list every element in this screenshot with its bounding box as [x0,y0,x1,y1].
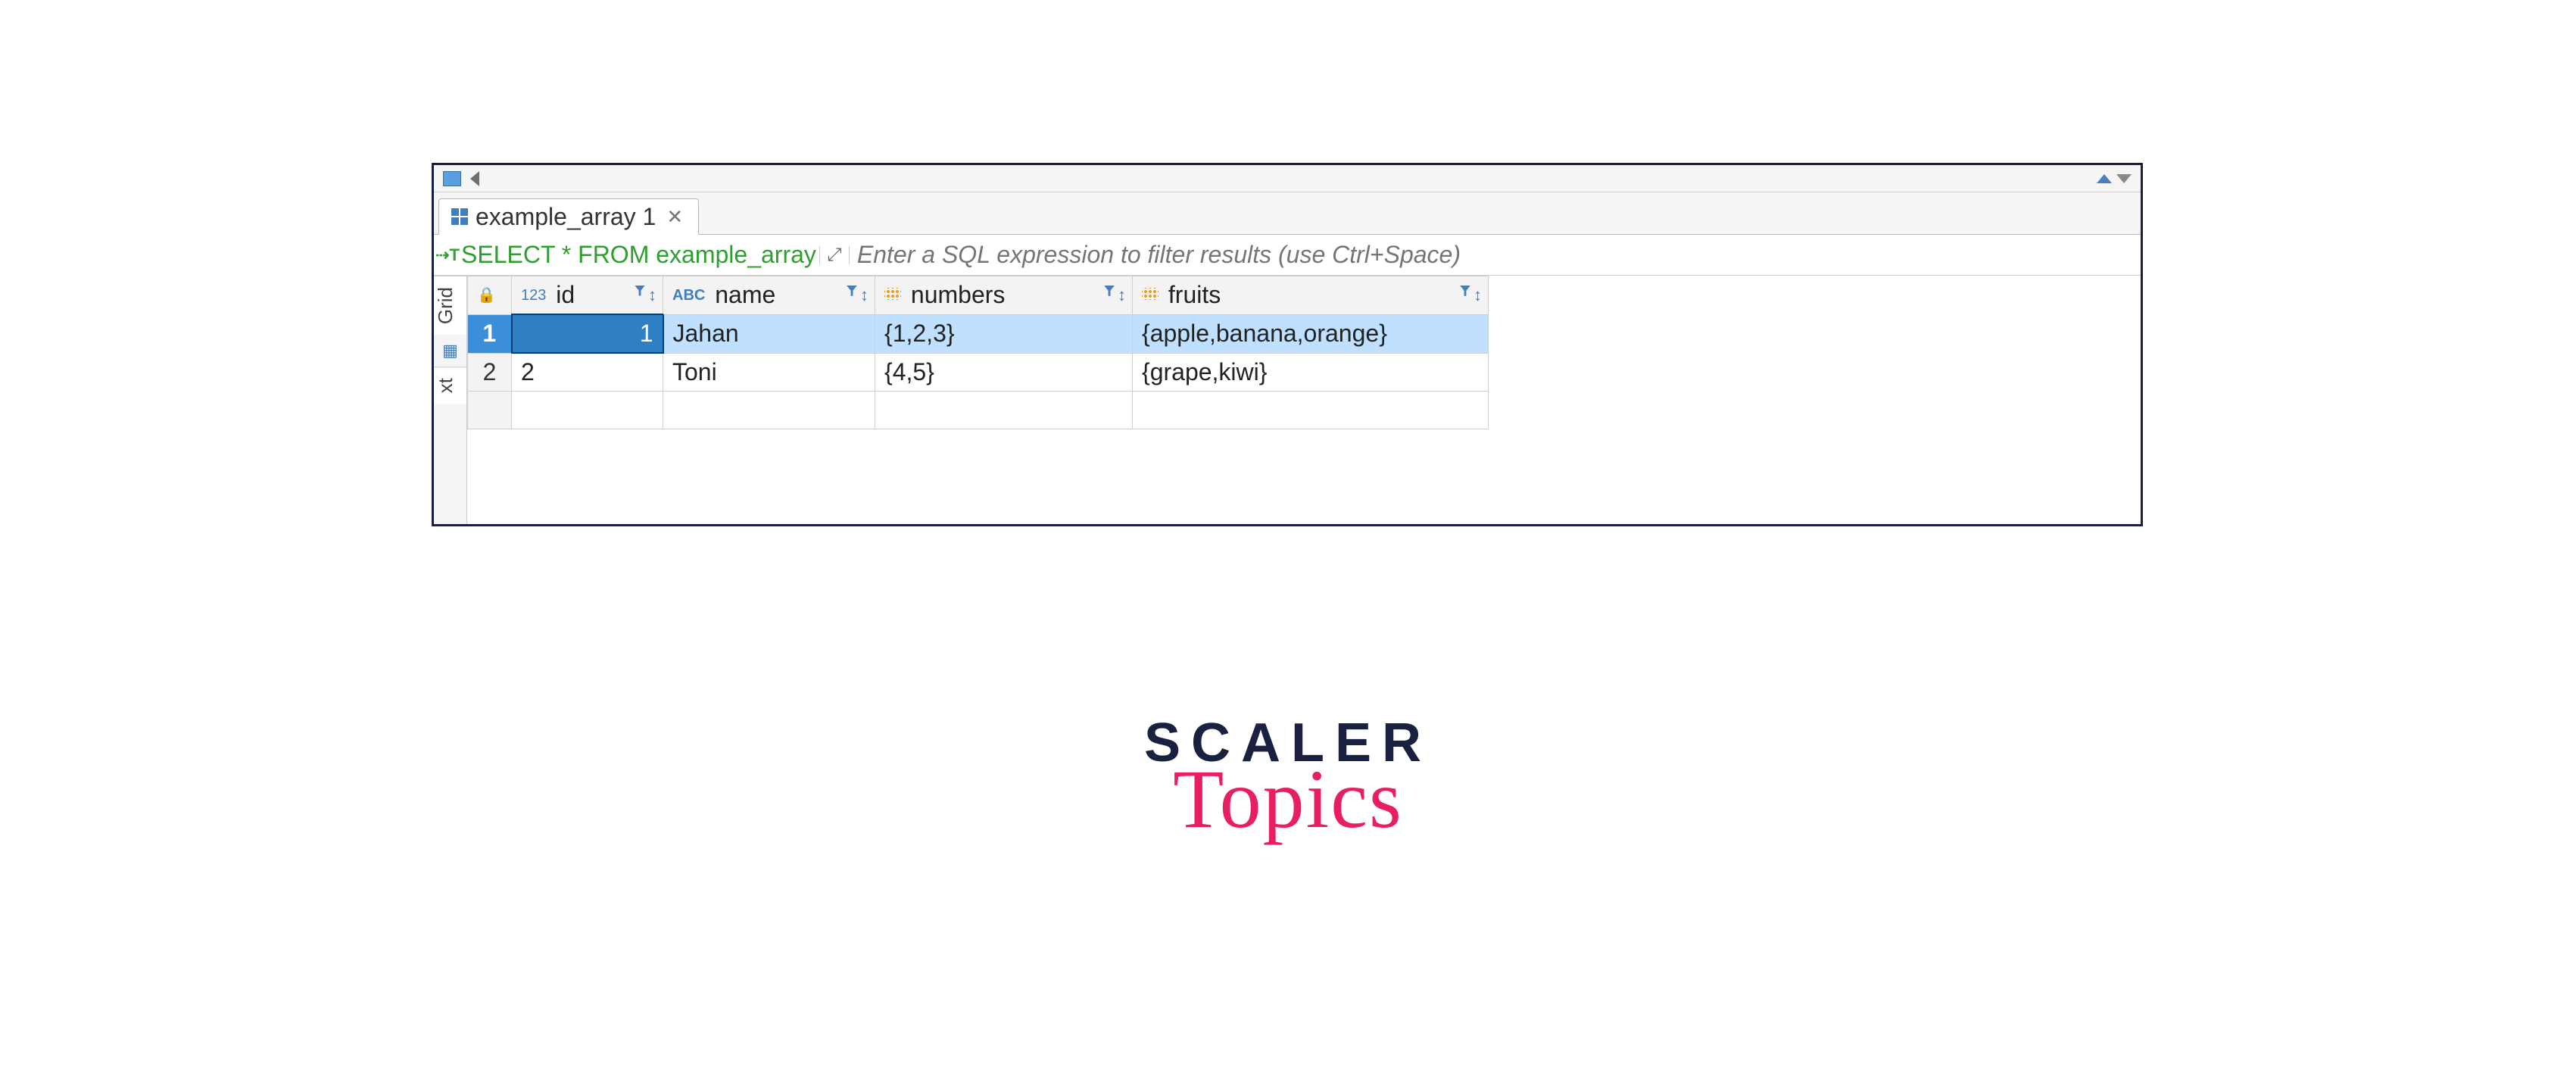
row-number: 1 [468,314,512,353]
result-tabs: example_array 1 ✕ [434,192,2141,235]
table-row-empty [468,392,1489,429]
column-header-id[interactable]: 123 id [512,276,663,315]
table-row[interactable]: 1 1 Jahan {1,2,3} {apple,banana,orange} [468,314,1489,353]
view-tab-grid[interactable]: Grid [434,276,466,335]
column-header-numbers[interactable]: numbers [875,276,1133,315]
sql-filter-input[interactable] [853,241,2141,269]
scaler-topics-logo: SCALER Topics [1144,712,1432,847]
toolbar [434,165,2141,192]
cell-id[interactable]: 2 [512,353,663,392]
result-grid: 🔒 123 id ABC name [467,276,2141,524]
cell-numbers[interactable]: {1,2,3} [875,314,1133,353]
collapse-up-icon[interactable] [2097,174,2112,183]
result-view-tabs: Grid ▦ xt [434,276,467,524]
sort-icon[interactable] [1474,286,1482,305]
filter-icon[interactable] [1104,286,1115,296]
collapse-down-icon[interactable] [2116,174,2132,183]
type-text-icon: ABC [672,287,705,304]
close-icon[interactable]: ✕ [663,205,686,229]
cell-numbers[interactable]: {4,5} [875,353,1133,392]
filter-icon[interactable] [635,286,645,296]
expand-icon[interactable]: ⤢ [819,246,850,264]
column-label: numbers [911,281,1006,308]
cell-fruits[interactable]: {grape,kiwi} [1133,353,1489,392]
panel-icon [443,171,461,186]
filter-icon[interactable] [1460,286,1470,296]
filter-icon[interactable] [847,286,857,296]
table-row[interactable]: 2 2 Toni {4,5} {grape,kiwi} [468,353,1489,392]
column-header-fruits[interactable]: fruits [1133,276,1489,315]
sql-query-text: SELECT * FROM example_array [461,241,816,269]
tab-example-array[interactable]: example_array 1 ✕ [438,198,699,235]
cell-name[interactable]: Jahan [663,314,875,353]
sql-run-icon[interactable]: ⇢T [434,245,461,265]
view-tab-text[interactable]: xt [434,367,466,404]
logo-line2: Topics [1144,751,1432,847]
type-array-icon [884,288,901,300]
cell-name[interactable]: Toni [663,353,875,392]
db-result-panel: example_array 1 ✕ ⇢T SELECT * FROM examp… [432,163,2143,526]
type-array-icon [1142,288,1159,300]
table-icon [451,208,468,225]
column-label: name [715,281,775,308]
tab-title: example_array 1 [476,203,656,231]
sort-icon[interactable] [860,286,869,305]
column-label: fruits [1168,281,1221,308]
back-icon[interactable] [470,171,479,186]
type-number-icon: 123 [521,287,546,304]
column-header-name[interactable]: ABC name [663,276,875,315]
cell-fruits[interactable]: {apple,banana,orange} [1133,314,1489,353]
column-label: id [556,281,575,308]
grid-icon: ▦ [442,335,458,367]
lock-header: 🔒 [468,276,512,315]
row-number [468,392,512,429]
cell-id[interactable]: 1 [512,314,663,353]
row-number: 2 [468,353,512,392]
sort-icon[interactable] [1118,286,1126,305]
sql-filter-bar: ⇢T SELECT * FROM example_array ⤢ [434,235,2141,276]
sort-icon[interactable] [648,286,656,305]
